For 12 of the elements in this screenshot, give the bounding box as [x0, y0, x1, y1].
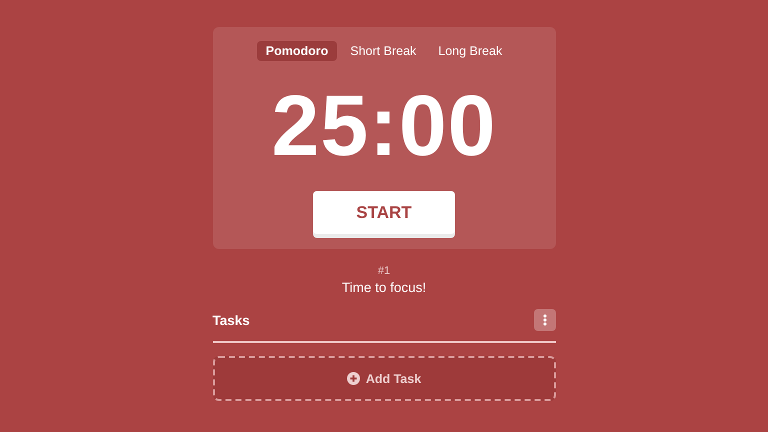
timer-display: 25:00 [272, 83, 496, 169]
session-count: #1 [378, 265, 390, 277]
mode-tab[interactable]: Short Break [341, 41, 426, 61]
more-icon [542, 314, 546, 326]
add-task-button[interactable]: Add Task [212, 356, 556, 401]
mode-tab[interactable]: Pomodoro [256, 41, 338, 61]
menu-button[interactable] [534, 309, 556, 331]
mode-tab[interactable]: Long Break [429, 41, 512, 61]
plus-circle-icon [346, 372, 360, 385]
focus-message: Time to focus! [342, 280, 426, 295]
start-button[interactable]: START [313, 191, 455, 234]
tasks-title: Tasks [212, 312, 250, 328]
